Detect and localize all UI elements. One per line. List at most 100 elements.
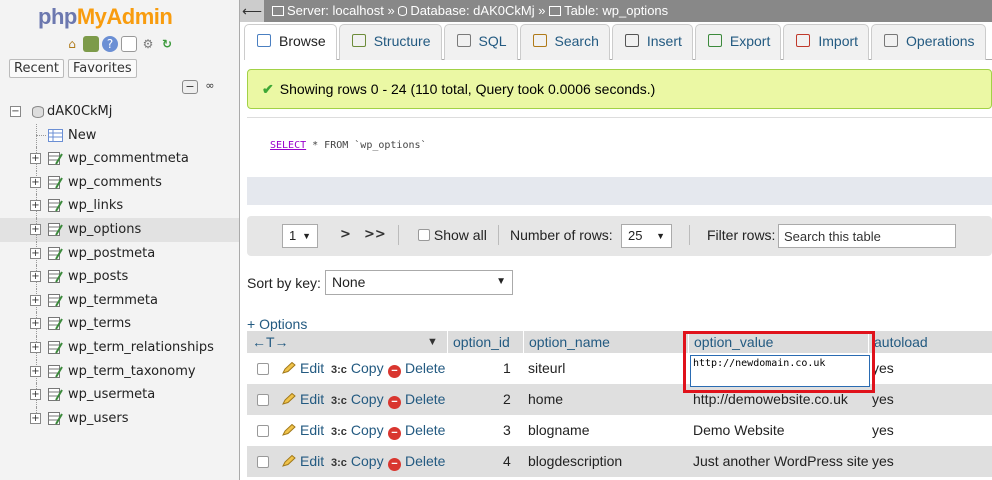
table-icon[interactable] [48,222,63,236]
cell-option-value[interactable]: Demo Website [693,422,785,438]
collapse-all-icon[interactable]: − [182,80,198,94]
header-option-name[interactable]: option_name [523,331,688,353]
table-icon[interactable] [48,199,63,213]
tab-import[interactable]: Import [783,24,870,60]
tree-new-table[interactable]: New [0,123,239,148]
sidebar-item-label[interactable]: wp_options [68,222,141,237]
settings-icon[interactable]: ⚙ [140,36,156,52]
table-icon[interactable] [48,175,63,189]
column-arrows-icon[interactable]: ←T→ [252,331,289,353]
table-icon[interactable] [48,152,63,166]
sidebar-item-label[interactable]: wp_terms [68,316,131,331]
sidebar-item-wp_usermeta[interactable]: + wp_usermeta [0,383,239,407]
cell-option-value[interactable]: http://demowebsite.co.uk [693,391,848,407]
logout-icon[interactable] [83,36,99,52]
expand-icon[interactable]: + [30,271,41,283]
help-icon[interactable]: ? [102,36,118,52]
sidebar-item-wp_term_relationships[interactable]: + wp_term_relationships [0,335,239,360]
row-checkbox[interactable] [257,394,269,406]
tab-search[interactable]: Search [519,24,610,60]
cell-autoload[interactable]: yes [872,422,894,438]
row-checkbox[interactable] [257,425,269,437]
copy-action[interactable]: 3:c Copy [331,453,384,469]
home-icon[interactable]: ⌂ [64,36,80,52]
row-checkbox[interactable] [257,363,269,375]
rows-select[interactable]: 25 ▼ [621,224,672,248]
cell-autoload[interactable]: yes [872,453,894,469]
table-icon[interactable] [48,246,63,260]
cell-option-name[interactable]: home [528,391,563,407]
header-option-id[interactable]: option_id [447,331,522,353]
cell-option-name[interactable]: blogdescription [528,453,622,469]
edit-action[interactable]: Edit [282,360,324,376]
table-icon[interactable] [48,364,63,378]
options-link[interactable]: + Options [247,316,307,332]
expand-icon[interactable]: + [30,153,41,165]
page-select[interactable]: 1 ▼ [282,224,318,248]
cell-option-id[interactable]: 3 [503,422,511,438]
sidebar-item-label[interactable]: wp_links [68,198,123,213]
tab-structure[interactable]: Structure [338,24,442,60]
edit-action[interactable]: Edit [282,391,324,407]
cell-option-id[interactable]: 2 [503,391,511,407]
table-icon[interactable] [48,340,63,354]
expand-icon[interactable]: + [30,223,41,235]
next-page-button[interactable]: > [340,227,351,242]
sidebar-item-wp_term_taxonomy[interactable]: + wp_term_taxonomy [0,359,239,384]
cell-autoload[interactable]: yes [872,360,894,376]
collapse-nav-button[interactable]: ⟵ [240,0,264,22]
delete-action[interactable]: − Delete [388,422,445,440]
sidebar-item-label[interactable]: wp_commentmeta [68,151,189,166]
last-page-button[interactable]: >> [364,227,386,242]
expand-icon[interactable]: + [30,389,41,401]
table-icon[interactable] [48,293,63,307]
tab-insert[interactable]: Insert [611,24,693,60]
sidebar-item-wp_links[interactable]: + wp_links [0,194,239,218]
breadcrumb-server[interactable]: Server: localhost [287,3,384,18]
database-name[interactable]: dAK0CkMj [47,104,112,119]
phpmyadmin-logo[interactable]: phpMyAdmin [38,4,173,30]
tab-sql[interactable]: SQL [443,24,518,60]
cell-option-name[interactable]: siteurl [528,360,565,376]
expand-icon[interactable]: + [30,318,41,330]
link-icon[interactable]: ∞ [202,80,218,94]
sql-keyword[interactable]: SELECT [270,140,306,151]
sidebar-item-wp_terms[interactable]: + wp_terms [0,312,239,336]
tree-database[interactable]: − dAK0CkMj [0,100,239,124]
delete-action[interactable]: − Delete [388,453,445,471]
recent-tab[interactable]: Recent [9,59,64,78]
sidebar-item-wp_posts[interactable]: + wp_posts [0,265,239,289]
show-all-checkbox[interactable] [418,229,430,241]
breadcrumb-database[interactable]: Database: dAK0CkMj [410,3,534,18]
sidebar-item-label[interactable]: wp_comments [68,175,162,190]
table-icon[interactable] [48,270,63,284]
filter-rows-input[interactable] [778,224,956,248]
delete-action[interactable]: − Delete [388,391,445,409]
show-all-toggle[interactable]: Show all [418,227,487,243]
header-autoload[interactable]: autoload [868,331,992,353]
cell-option-name[interactable]: blogname [528,422,590,438]
sidebar-item-label[interactable]: wp_termmeta [68,293,158,308]
expand-icon[interactable]: + [30,247,41,259]
sidebar-item-label[interactable]: wp_usermeta [68,387,155,402]
sort-by-key-select[interactable]: None ▼ [325,270,513,295]
expand-icon[interactable]: + [30,365,41,377]
expand-icon[interactable]: + [30,294,41,306]
sidebar-item-wp_comments[interactable]: + wp_comments [0,170,239,195]
expand-icon[interactable]: + [30,200,41,212]
sidebar-item-wp_postmeta[interactable]: + wp_postmeta [0,241,239,266]
docs-icon[interactable] [121,36,137,52]
sidebar-item-label[interactable]: wp_term_taxonomy [68,364,196,379]
sidebar-item-label[interactable]: wp_users [68,411,129,426]
row-checkbox[interactable] [257,456,269,468]
cell-option-value[interactable]: Just another WordPress site [693,453,869,469]
reload-icon[interactable]: ↻ [159,36,175,52]
cell-autoload[interactable]: yes [872,391,894,407]
copy-action[interactable]: 3:c Copy [331,391,384,407]
sidebar-item-wp_termmeta[interactable]: + wp_termmeta [0,288,239,313]
expand-icon[interactable]: + [30,176,41,188]
edit-action[interactable]: Edit [282,422,324,438]
cell-option-id[interactable]: 1 [503,360,511,376]
new-label[interactable]: New [68,128,96,143]
sidebar-item-wp_commentmeta[interactable]: + wp_commentmeta [0,147,239,171]
